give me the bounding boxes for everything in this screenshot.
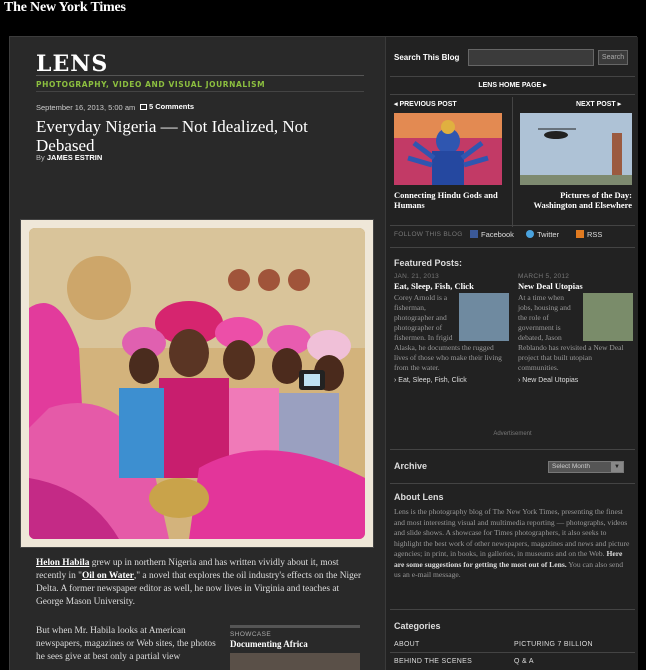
about-title: About Lens [394, 492, 444, 502]
byline: By JAMES ESTRIN [36, 153, 102, 162]
showcase-box[interactable]: SHOWCASE Documenting Africa [230, 625, 360, 670]
comment-icon [140, 104, 147, 110]
archive-title: Archive [394, 461, 428, 471]
divider [390, 483, 635, 484]
article-paragraph: But when Mr. Habila looks at American ne… [36, 626, 216, 662]
featured-thumbnail[interactable] [583, 293, 633, 341]
nyt-masthead-logo[interactable]: The New York Times [4, 0, 126, 22]
showcase-thumbnail[interactable] [230, 653, 360, 670]
featured-text: Corey Arnold is a fisherman, photographe… [394, 293, 509, 373]
rss-icon [576, 230, 584, 238]
rss-label[interactable]: RSS [587, 230, 602, 239]
search-input[interactable] [468, 49, 594, 66]
twitter-label[interactable]: Twitter [537, 230, 559, 239]
facebook-link[interactable]: Facebook [470, 230, 514, 239]
showcase-title[interactable]: Documenting Africa [230, 639, 360, 649]
divider [390, 609, 635, 610]
divider [390, 247, 635, 248]
featured-text: At a time when jobs, housing and the rol… [518, 293, 633, 373]
divider [390, 76, 635, 77]
lens-home-link[interactable]: LENS HOME PAGE ▸ [386, 81, 639, 89]
photo-image [29, 228, 365, 539]
comments-count[interactable]: 5 Comments [149, 102, 194, 111]
divider [36, 91, 364, 92]
helicopter-image [520, 113, 632, 185]
article-date: September 16, 2013, 5:00 am [36, 103, 136, 112]
next-post-title[interactable]: Pictures of the Day: Washington and Else… [520, 190, 632, 210]
article-headline: Everyday Nigeria — Not Idealized, Not De… [36, 117, 308, 155]
article-photo [20, 219, 374, 548]
about-text: Lens is the photography blog of The New … [394, 507, 630, 581]
category-link[interactable]: ABOUT [394, 641, 420, 648]
comments-link[interactable]: 5 Comments [140, 102, 194, 111]
featured-title[interactable]: Eat, Sleep, Fish, Click [394, 281, 509, 291]
featured-read-link[interactable]: › Eat, Sleep, Fish, Click [394, 377, 509, 384]
author-link[interactable]: JAMES ESTRIN [47, 153, 102, 162]
divider [390, 449, 635, 450]
categories-title: Categories [394, 621, 441, 631]
follow-label: FOLLOW THIS BLOG [394, 231, 463, 238]
oil-on-water-link[interactable]: Oil on Water [82, 571, 134, 581]
archive-select-value: Select Month [552, 463, 590, 470]
next-post-thumbnail[interactable] [520, 113, 632, 185]
divider [390, 652, 635, 653]
divider [512, 97, 513, 227]
sidebar: Search This Blog Search LENS HOME PAGE ▸… [385, 37, 638, 670]
facebook-icon [470, 230, 478, 238]
rss-link[interactable]: RSS [576, 230, 602, 239]
previous-post-title[interactable]: Connecting Hindu Gods and Humans [394, 190, 506, 210]
featured-date: MARCH 5, 2012 [518, 273, 570, 280]
main-column: LENS PHOTOGRAPHY, VIDEO AND VISUAL JOURN… [10, 37, 385, 670]
category-link[interactable]: PICTURING 7 BILLION [514, 641, 593, 648]
previous-post-thumbnail[interactable] [394, 113, 502, 185]
kali-image [394, 113, 502, 185]
advertisement-label: Advertisement [493, 431, 532, 437]
about-body: Lens is the photography blog of The New … [394, 507, 630, 558]
featured-title[interactable]: New Deal Utopias [518, 281, 633, 291]
lens-logo[interactable]: LENS [36, 51, 108, 77]
featured-post[interactable]: MARCH 5, 2012 New Deal Utopias At a time… [518, 273, 633, 384]
blog-tagline: PHOTOGRAPHY, VIDEO AND VISUAL JOURNALISM [36, 80, 266, 89]
divider [390, 94, 635, 95]
divider [36, 75, 364, 76]
featured-posts-title: Featured Posts: [394, 258, 463, 268]
archive-select[interactable]: Select Month ▼ [548, 461, 624, 473]
helon-habila-link[interactable]: Helon Habila [36, 558, 89, 568]
divider [390, 225, 635, 226]
page-frame: LENS PHOTOGRAPHY, VIDEO AND VISUAL JOURN… [9, 36, 638, 670]
showcase-label: SHOWCASE [230, 631, 272, 638]
photo-illustration [29, 228, 365, 539]
featured-read-link[interactable]: › New Deal Utopias [518, 377, 633, 384]
featured-date: JAN. 21, 2013 [394, 273, 440, 280]
twitter-icon [526, 230, 534, 238]
article-paragraph: Helon Habila grew up in northern Nigeria… [36, 557, 366, 609]
previous-post-link[interactable]: ◂ PREVIOUS POST [394, 100, 457, 108]
next-post-link[interactable]: NEXT POST ▸ [576, 100, 621, 108]
search-label: Search This Blog [394, 53, 460, 62]
category-link[interactable]: Q & A [514, 658, 534, 665]
featured-thumbnail[interactable] [459, 293, 509, 341]
search-button[interactable]: Search [598, 50, 628, 65]
byline-prefix: By [36, 153, 45, 162]
facebook-label[interactable]: Facebook [481, 230, 514, 239]
category-link[interactable]: BEHIND THE SCENES [394, 658, 472, 665]
featured-post[interactable]: JAN. 21, 2013 Eat, Sleep, Fish, Click Co… [394, 273, 509, 384]
twitter-link[interactable]: Twitter [526, 230, 559, 239]
chevron-down-icon: ▼ [611, 462, 623, 472]
